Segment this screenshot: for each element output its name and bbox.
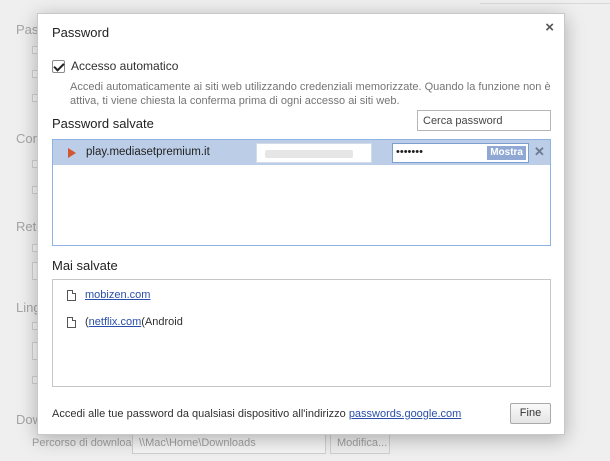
passwords-google-link[interactable]: passwords.google.com xyxy=(349,408,462,420)
download-path-field: \\Mac\Home\Downloads xyxy=(132,432,326,454)
play-icon xyxy=(68,148,76,158)
done-button[interactable]: Fine xyxy=(510,403,551,424)
footer-message: Accedi alle tue password da qualsiasi di… xyxy=(52,408,461,420)
download-path-label: Percorso di download: xyxy=(32,437,141,449)
password-field[interactable]: ••••••• Mostra xyxy=(392,143,529,163)
auto-signin-checkbox[interactable] xyxy=(52,59,65,73)
search-password-input[interactable] xyxy=(417,110,551,131)
remove-icon[interactable]: ✕ xyxy=(534,144,545,160)
auto-signin-label[interactable]: Accesso automatico xyxy=(71,59,178,73)
list-item: ( netflix.com (Android xyxy=(67,316,183,328)
show-password-button[interactable]: Mostra xyxy=(487,146,526,160)
auto-signin-row: Accesso automatico xyxy=(52,59,178,73)
password-dialog: Password × Accesso automatico Accedi aut… xyxy=(37,13,565,435)
dialog-title: Password xyxy=(52,25,110,40)
never-saved-title: Mai salvate xyxy=(52,258,118,273)
username-field[interactable] xyxy=(256,143,372,163)
never-saved-site-link[interactable]: mobizen.com xyxy=(85,289,150,301)
change-download-button: Modifica... xyxy=(330,432,390,454)
password-mask: ••••••• xyxy=(396,146,423,158)
auto-signin-description: Accedi automaticamente ai siti web utili… xyxy=(70,81,551,107)
page-icon xyxy=(67,316,76,328)
background-top-strip xyxy=(480,0,610,4)
list-item: mobizen.com xyxy=(67,289,150,301)
close-icon[interactable]: × xyxy=(545,19,554,36)
page-icon xyxy=(67,289,76,301)
saved-passwords-title: Password salvate xyxy=(52,116,154,131)
never-saved-suffix: (Android xyxy=(141,316,183,328)
footer-text: Accedi alle tue password da qualsiasi di… xyxy=(52,408,349,420)
never-saved-site-link[interactable]: netflix.com xyxy=(89,316,142,328)
password-row[interactable]: play.mediasetpremium.it ••••••• Mostra ✕ xyxy=(53,140,550,165)
username-obscured xyxy=(265,150,353,158)
saved-passwords-list: play.mediasetpremium.it ••••••• Mostra ✕ xyxy=(52,139,551,246)
password-site: play.mediasetpremium.it xyxy=(86,146,210,158)
never-saved-list: mobizen.com ( netflix.com (Android xyxy=(52,279,551,387)
